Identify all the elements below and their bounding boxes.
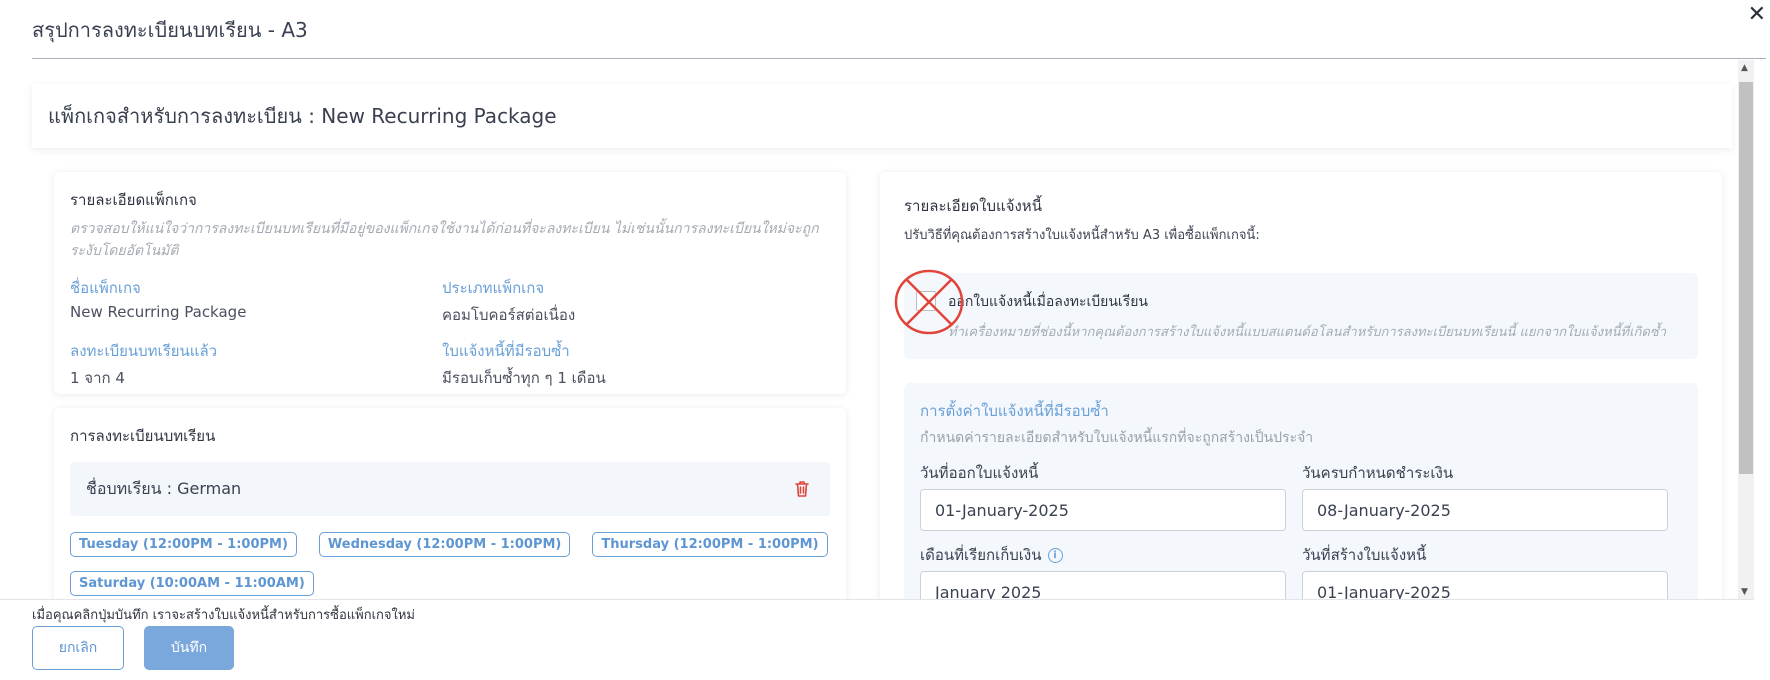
invoice-on-enroll-checkbox[interactable] xyxy=(916,291,936,311)
invoice-details-card: รายละเอียดใบแจ้งหนี้ ปรับวิธีที่คุณต้องก… xyxy=(880,172,1722,600)
vertical-scrollbar[interactable]: ▲ ▼ xyxy=(1738,60,1754,600)
field-label: ประเภทแพ็กเกจ xyxy=(442,279,545,297)
save-button[interactable]: บันทึก xyxy=(144,626,234,670)
field-value: 1 จาก 4 xyxy=(70,369,125,387)
scrollbar-thumb[interactable] xyxy=(1739,82,1753,474)
recurring-settings: การตั้งค่าใบแจ้งหนี้ที่มีรอบซ้ำ กำหนดค่า… xyxy=(904,383,1698,600)
footer-divider xyxy=(0,599,1754,600)
footer-note: เมื่อคุณคลิกปุ่มบันทึก เราจะสร้างใบแจ้งห… xyxy=(32,608,415,623)
field-value: มีรอบเก็บซ้ำทุก ๆ 1 เดือน xyxy=(442,369,606,387)
field-package-name: ชื่อแพ็กเกจ New Recurring Package xyxy=(70,276,442,327)
label-text: เดือนที่เรียกเก็บเงิน xyxy=(920,546,1042,564)
field-package-type: ประเภทแพ็กเกจ คอมโบคอร์สต่อเนื่อง xyxy=(442,276,814,327)
package-details-note: ตรวจสอบให้แน่ใจว่าการลงทะเบียนบทเรียนที่… xyxy=(70,221,819,259)
cancel-button[interactable]: ยกเลิก xyxy=(32,626,124,670)
course-name: ชื่อบทเรียน : German xyxy=(86,478,242,498)
field-label: ใบแจ้งหนี้ที่มีรอบซ้ำ xyxy=(442,342,570,360)
field-value: New Recurring Package xyxy=(70,303,247,321)
issue-date-label: วันที่ออกใบแจ้งหนี้ xyxy=(920,461,1286,485)
due-date-label: วันครบกำหนดชำระเงิน xyxy=(1302,461,1668,485)
scroll-up-icon[interactable]: ▲ xyxy=(1741,63,1748,73)
title-divider xyxy=(32,58,1766,59)
recurring-subtitle: กำหนดค่ารายละเอียดสำหรับใบแจ้งหนี้แรกที่… xyxy=(920,430,1314,446)
due-date-input[interactable]: 08-January-2025 xyxy=(1302,489,1668,531)
billing-month-label: เดือนที่เรียกเก็บเงิน i xyxy=(920,543,1286,567)
info-icon[interactable]: i xyxy=(1047,547,1063,563)
package-fields: ชื่อแพ็กเกจ New Recurring Package ประเภท… xyxy=(70,276,830,390)
label-text: วันครบกำหนดชำระเงิน xyxy=(1302,464,1454,482)
billing-month-group: เดือนที่เรียกเก็บเงิน i January 2025 xyxy=(920,543,1286,600)
invoice-details-title: รายละเอียดใบแจ้งหนี้ xyxy=(904,197,1042,215)
close-icon[interactable]: ✕ xyxy=(1748,4,1766,26)
schedule-pill: Tuesday (12:00PM - 1:00PM) xyxy=(70,532,297,557)
creation-date-group: วันที่สร้างใบแจ้งหนี้ 01-January-2025 xyxy=(1302,543,1668,600)
field-recurring-invoice: ใบแจ้งหนี้ที่มีรอบซ้ำ มีรอบเก็บซ้ำทุก ๆ … xyxy=(442,339,814,390)
invoice-on-enroll-option: ออกใบแจ้งหนี้เมื่อลงทะเบียนเรียน ทำเครื่… xyxy=(894,269,1698,359)
label-text: วันที่สร้างใบแจ้งหนี้ xyxy=(1302,546,1427,564)
schedule-pill: Wednesday (12:00PM - 1:00PM) xyxy=(318,532,571,557)
invoice-details-subtitle: ปรับวิธีที่คุณต้องการสร้างใบแจ้งหนี้สำหร… xyxy=(904,228,1260,243)
option-label: ออกใบแจ้งหนี้เมื่อลงทะเบียนเรียน xyxy=(948,294,1148,310)
field-enrolled-courses: ลงทะเบียนบทเรียนแล้ว 1 จาก 4 xyxy=(70,339,442,390)
recurring-fields: วันที่ออกใบแจ้งหนี้ 01-January-2025 วันค… xyxy=(920,461,1682,600)
billing-month-input[interactable]: January 2025 xyxy=(920,571,1286,600)
schedule-pill: Thursday (12:00PM - 1:00PM) xyxy=(592,532,828,557)
modal-body[interactable]: แพ็กเกจสำหรับการลงทะเบียน : New Recurrin… xyxy=(0,60,1754,600)
field-value: คอมโบคอร์สต่อเนื่อง xyxy=(442,306,576,324)
issue-date-input[interactable]: 01-January-2025 xyxy=(920,489,1286,531)
package-header: แพ็กเกจสำหรับการลงทะเบียน : New Recurrin… xyxy=(32,84,1732,148)
field-label: ลงทะเบียนบทเรียนแล้ว xyxy=(70,342,218,360)
label-text: วันที่ออกใบแจ้งหนี้ xyxy=(920,464,1039,482)
course-row: ชื่อบทเรียน : German xyxy=(70,462,830,516)
package-details-card: รายละเอียดแพ็กเกจ ตรวจสอบให้แน่ใจว่าการล… xyxy=(54,172,846,394)
schedule-pills: Tuesday (12:00PM - 1:00PM) Wednesday (12… xyxy=(70,532,830,596)
option-note: ทำเครื่องหมายที่ช่องนี้หากคุณต้องการสร้า… xyxy=(948,325,1666,340)
issue-date-group: วันที่ออกใบแจ้งหนี้ 01-January-2025 xyxy=(920,461,1286,531)
scroll-down-icon[interactable]: ▼ xyxy=(1741,587,1748,597)
due-date-group: วันครบกำหนดชำระเงิน 08-January-2025 xyxy=(1302,461,1668,531)
package-details-title: รายละเอียดแพ็กเกจ xyxy=(70,191,197,209)
creation-date-input[interactable]: 01-January-2025 xyxy=(1302,571,1668,600)
trash-icon[interactable] xyxy=(792,479,812,499)
recurring-title: การตั้งค่าใบแจ้งหนี้ที่มีรอบซ้ำ xyxy=(920,402,1109,420)
schedule-pill: Saturday (10:00AM - 11:00AM) xyxy=(70,571,314,596)
field-label: ชื่อแพ็กเกจ xyxy=(70,279,141,297)
course-enrollment-card: การลงทะเบียนบทเรียน ชื่อบทเรียน : German… xyxy=(54,408,846,600)
course-enrollment-title: การลงทะเบียนบทเรียน xyxy=(70,427,216,445)
creation-date-label: วันที่สร้างใบแจ้งหนี้ xyxy=(1302,543,1668,567)
modal-title: สรุปการลงทะเบียนบทเรียน - A3 xyxy=(32,18,308,42)
